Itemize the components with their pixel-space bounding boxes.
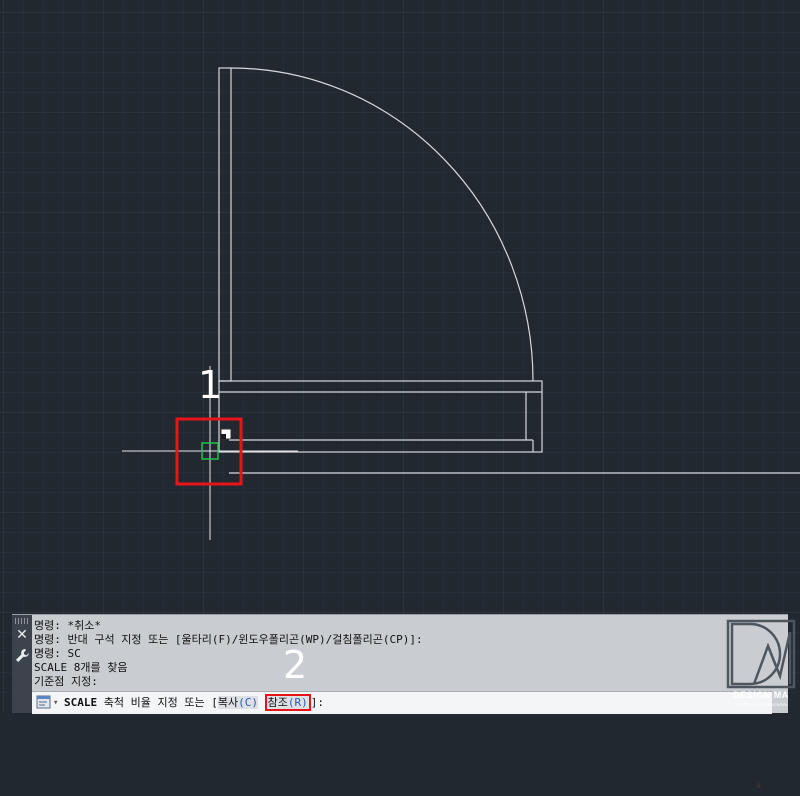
annotation-number-2: 2 xyxy=(283,643,308,687)
recent-commands-dropdown-icon[interactable]: ▾ xyxy=(53,692,58,714)
prompt-suffix: ]: xyxy=(310,696,324,709)
command-line-icon[interactable] xyxy=(36,695,52,710)
logo-tagline: INTERIOR DESIGN SCHOOL xyxy=(734,702,788,707)
option-reference-label: 참조 xyxy=(267,696,288,709)
grid-major xyxy=(0,0,800,712)
history-line: 명령: *취소* xyxy=(34,619,101,632)
drawing-canvas[interactable] xyxy=(0,0,800,712)
command-prompt[interactable]: SCALE 축척 비율 지정 또는 [복사(C) 참조(R)]: xyxy=(64,692,324,714)
option-copy-key: (C) xyxy=(238,696,258,709)
history-line: SCALE 8개를 찾음 xyxy=(34,661,128,674)
command-history: 명령: *취소* 명령: 반대 구석 지정 또는 [울타리(F)/윈도우폴리곤(… xyxy=(34,619,724,689)
option-copy-label: 복사 xyxy=(217,696,239,709)
logo-mark xyxy=(726,619,796,689)
logo-name: DESIGN MA xyxy=(733,690,789,700)
wrench-icon[interactable] xyxy=(14,647,30,665)
grip-point[interactable] xyxy=(220,428,232,440)
drag-grip-icon[interactable] xyxy=(15,618,29,624)
history-line: 명령: SC xyxy=(34,647,81,660)
history-line: 기준점 지정: xyxy=(34,675,98,688)
command-window[interactable]: ✕ 명령: *취소* 명령: 반대 구석 지정 또는 [울타리(F)/윈도우폴리… xyxy=(12,614,788,790)
prompt-command: SCALE xyxy=(64,696,98,709)
option-copy[interactable]: 복사(C) xyxy=(217,696,258,709)
brand-logo: DESIGN MA INTERIOR DESIGN SCHOOL xyxy=(722,618,800,712)
option-reference-key: (R) xyxy=(287,696,308,709)
annotation-number-1: 1 xyxy=(198,363,223,407)
option-reference[interactable]: 참조(R) xyxy=(264,694,311,711)
command-window-toolbar: ✕ xyxy=(12,615,32,713)
scroll-up-icon[interactable]: ▲ xyxy=(756,774,766,790)
prompt-text: 축척 비율 지정 또는 [ xyxy=(103,696,218,709)
history-line: 명령: 반대 구석 지정 또는 [울타리(F)/윈도우폴리곤(WP)/걸침폴리곤… xyxy=(34,633,423,646)
command-input-line[interactable]: ▾ SCALE 축척 비율 지정 또는 [복사(C) 참조(R)]: ▲ xyxy=(32,691,772,790)
close-icon[interactable]: ✕ xyxy=(14,627,30,643)
